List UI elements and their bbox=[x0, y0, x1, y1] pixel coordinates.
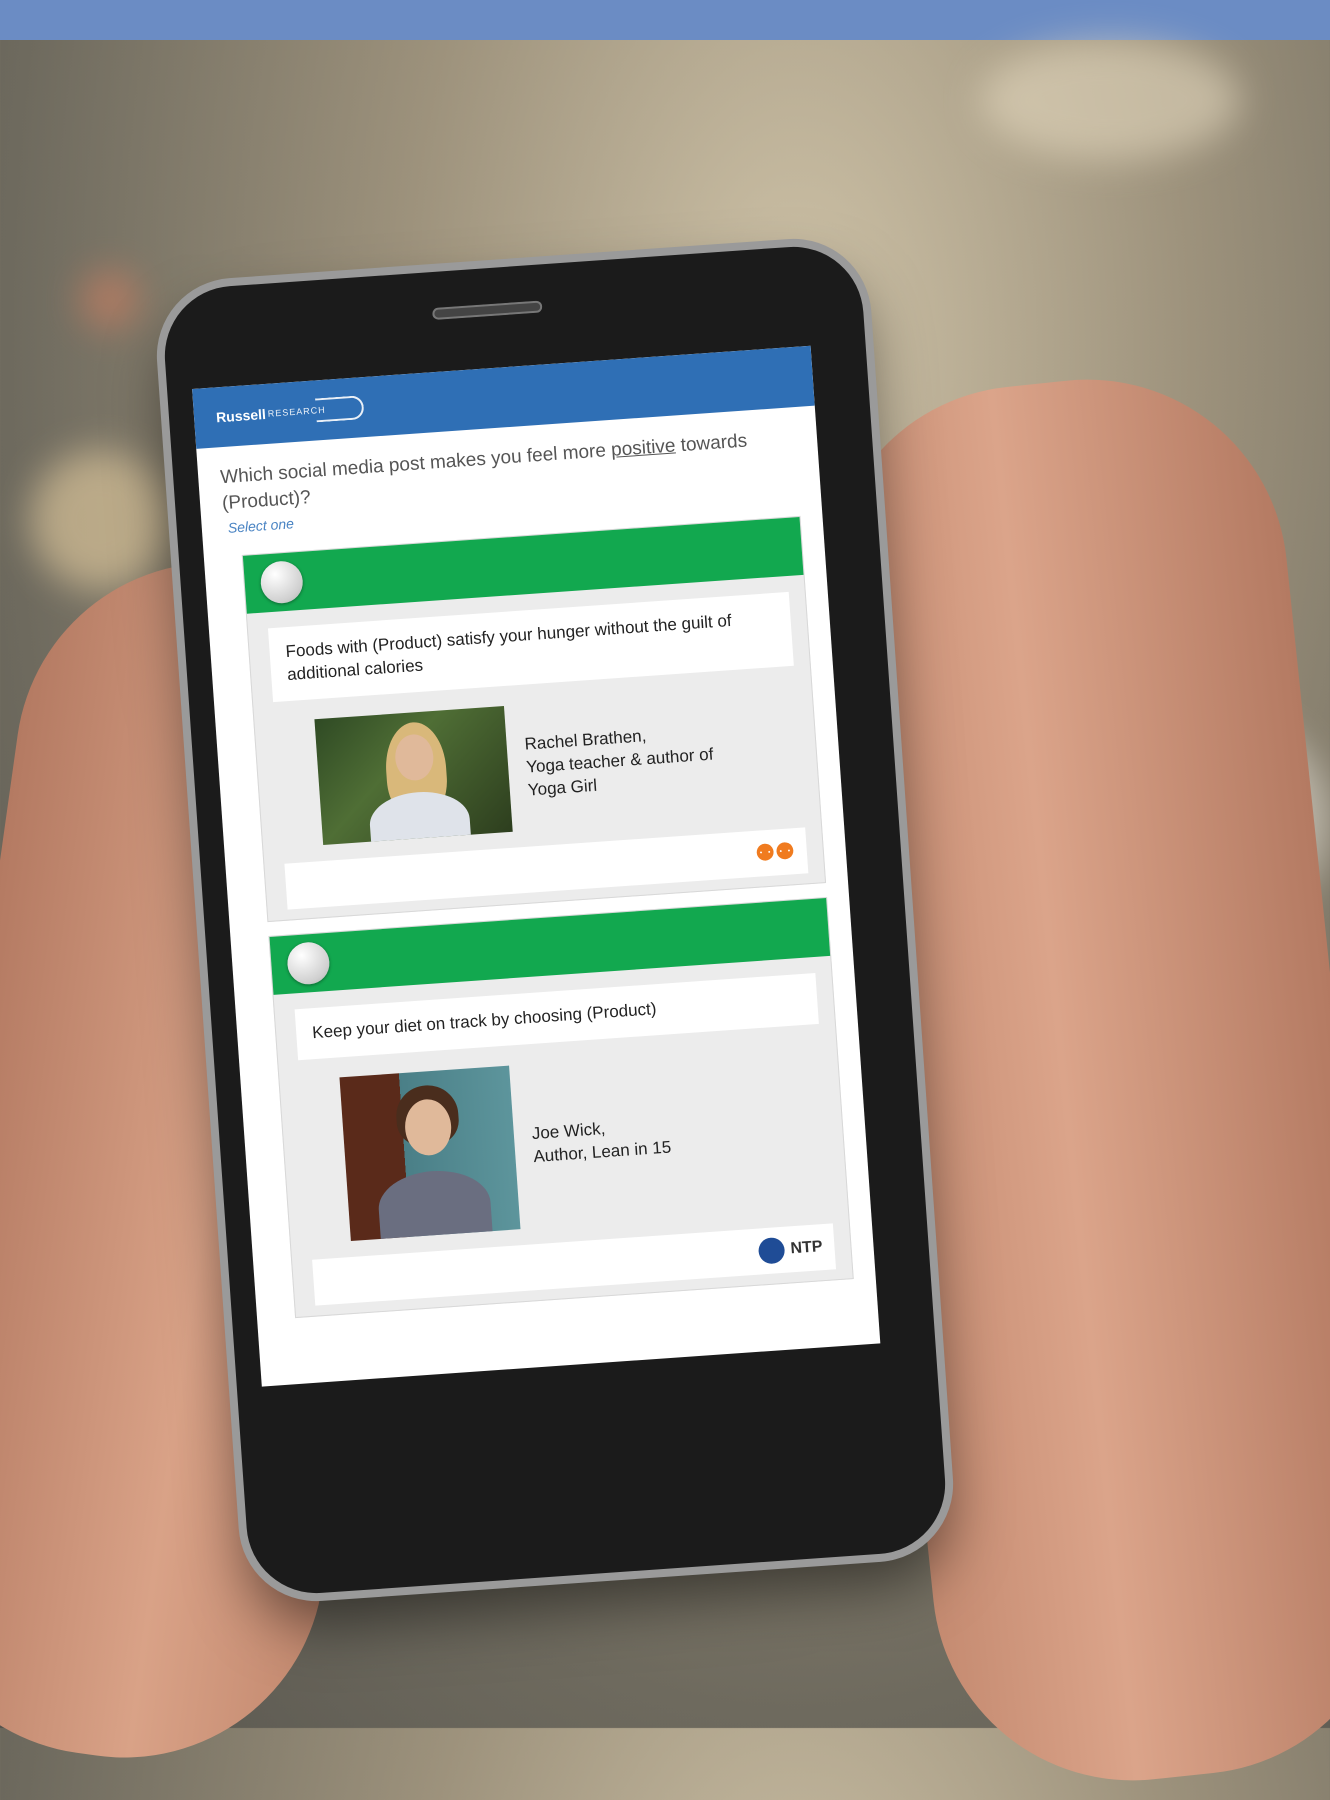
bokeh-light bbox=[80, 270, 140, 330]
radio-button[interactable] bbox=[286, 941, 331, 986]
radio-button[interactable] bbox=[259, 560, 305, 605]
ntp-icon bbox=[757, 1236, 786, 1265]
top-banner bbox=[0, 0, 1330, 40]
bokeh-light bbox=[30, 450, 170, 590]
question-emphasis: positive bbox=[610, 435, 677, 461]
logo-arc-icon bbox=[314, 395, 365, 423]
option-card[interactable]: Foods with (Product) satisfy your hunger… bbox=[241, 516, 827, 923]
endorser: Joe Wick, Author, Lean in 15 bbox=[279, 1033, 848, 1255]
endorser-caption: Rachel Brathen, Yoga teacher & author of… bbox=[523, 725, 714, 800]
bokeh-light bbox=[980, 40, 1240, 160]
smartphone: Russell RESEARCH Which social media post… bbox=[160, 242, 950, 1598]
phone-screen: Russell RESEARCH Which social media post… bbox=[192, 345, 881, 1387]
logo-brand: Russell bbox=[215, 405, 267, 426]
ntp-logo: NTP bbox=[757, 1234, 824, 1265]
option-card[interactable]: Keep your diet on track by choosing (Pro… bbox=[268, 897, 854, 1319]
people-icon: ⚉⚉ bbox=[754, 838, 796, 866]
endorser-photo bbox=[339, 1065, 521, 1242]
question-text: Which social media post makes you feel m… bbox=[219, 439, 612, 489]
russell-research-logo: Russell RESEARCH bbox=[215, 395, 365, 429]
phone-speaker bbox=[432, 300, 543, 321]
endorser-caption: Joe Wick, Author, Lean in 15 bbox=[531, 1119, 672, 1167]
endorser-photo bbox=[314, 706, 513, 846]
